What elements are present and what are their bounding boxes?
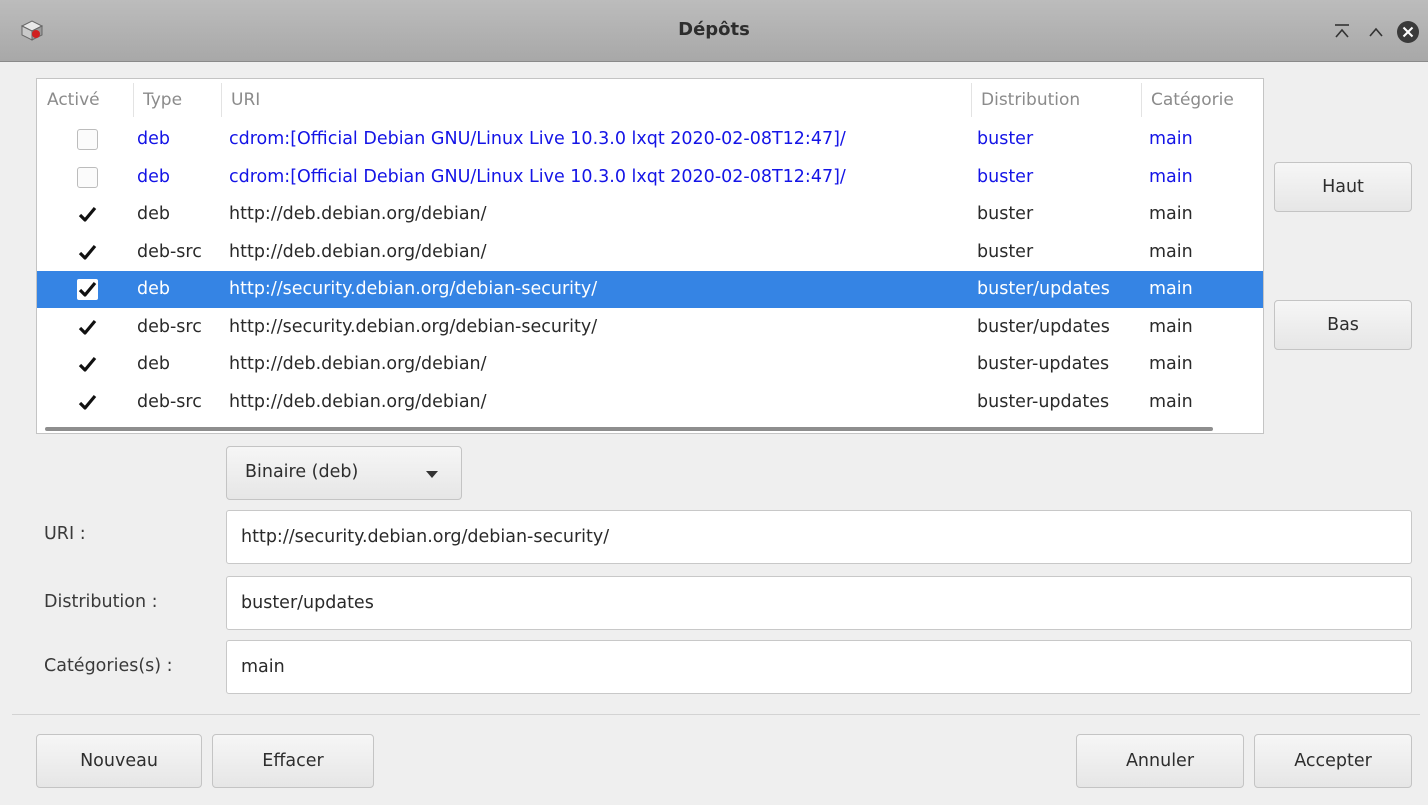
window-title: Dépôts [678, 19, 750, 40]
cell-type: deb [137, 279, 170, 299]
enabled-checkbox[interactable] [77, 392, 98, 413]
checkmark-icon [78, 319, 97, 335]
checkmark-icon [78, 281, 97, 297]
checkmark-icon [78, 394, 97, 410]
cell-type: deb-src [137, 391, 202, 412]
move-down-button[interactable]: Bas [1274, 300, 1412, 350]
cell-type: deb-src [137, 241, 202, 262]
repository-table[interactable]: Activé Type URI Distribution Catégorie d… [36, 78, 1264, 434]
column-header-categories[interactable]: Catégorie [1151, 79, 1263, 121]
close-icon[interactable] [1396, 20, 1420, 44]
cell-categories: main [1149, 204, 1193, 224]
cell-uri: http://deb.debian.org/debian/ [229, 241, 487, 262]
minimize-icon[interactable] [1330, 20, 1354, 44]
cell-uri: cdrom:[Official Debian GNU/Linux Live 10… [229, 166, 846, 187]
table-row[interactable]: deb cdrom:[Official Debian GNU/Linux Live… [37, 121, 1263, 158]
cell-categories: main [1149, 279, 1193, 299]
cell-type: deb [137, 204, 170, 224]
cancel-button[interactable]: Annuler [1076, 734, 1244, 788]
column-header-type[interactable]: Type [143, 79, 223, 121]
table-row[interactable]: deb cdrom:[Official Debian GNU/Linux Live… [37, 159, 1263, 196]
cell-type: deb [137, 129, 170, 149]
cell-distribution: buster [977, 241, 1034, 262]
categories-label: Catégories(s) : [44, 656, 173, 676]
title-bar: Dépôts [0, 0, 1428, 62]
categories-field[interactable]: main [226, 640, 1412, 694]
type-select[interactable]: Binaire (deb) [226, 446, 462, 500]
enabled-checkbox[interactable] [77, 317, 98, 338]
cell-distribution: buster-updates [977, 391, 1110, 412]
type-select-value: Binaire (deb) [245, 462, 359, 482]
table-row[interactable]: deb-src http://security.debian.org/debian… [37, 309, 1263, 346]
column-header-uri[interactable]: URI [231, 79, 971, 121]
checkmark-icon [78, 244, 97, 260]
table-row[interactable]: deb http://security.debian.org/debian-sec… [37, 271, 1263, 308]
cell-uri: http://security.debian.org/debian-securi… [229, 316, 598, 337]
enabled-checkbox[interactable] [77, 204, 98, 225]
uri-label: URI : [44, 524, 86, 544]
divider [12, 714, 1420, 715]
table-row[interactable]: deb-src http://deb.debian.org/debian/bust… [37, 384, 1263, 421]
cell-categories: main [1149, 241, 1193, 262]
enabled-checkbox[interactable] [77, 242, 98, 263]
move-up-button[interactable]: Haut [1274, 162, 1412, 212]
accept-button[interactable]: Accepter [1254, 734, 1412, 788]
cell-distribution: buster [977, 129, 1034, 149]
cell-categories: main [1149, 316, 1193, 337]
column-header-distribution[interactable]: Distribution [981, 79, 1141, 121]
delete-button[interactable]: Effacer [212, 734, 374, 788]
horizontal-scrollbar[interactable] [45, 427, 1213, 431]
cell-distribution: buster-updates [977, 354, 1110, 374]
cell-distribution: buster [977, 166, 1034, 187]
cell-uri: http://deb.debian.org/debian/ [229, 204, 487, 224]
cell-type: deb [137, 166, 170, 187]
cell-uri: http://security.debian.org/debian-securi… [229, 279, 598, 299]
cell-categories: main [1149, 391, 1193, 412]
cell-distribution: buster/updates [977, 316, 1110, 337]
cell-categories: main [1149, 166, 1193, 187]
cell-distribution: buster/updates [977, 279, 1110, 299]
checkmark-icon [78, 206, 97, 222]
cell-uri: http://deb.debian.org/debian/ [229, 391, 487, 412]
cell-type: deb-src [137, 316, 202, 337]
cell-categories: main [1149, 129, 1193, 149]
enabled-checkbox[interactable] [77, 166, 98, 188]
cell-uri: cdrom:[Official Debian GNU/Linux Live 10… [229, 129, 846, 149]
chevron-down-icon [426, 471, 438, 478]
cell-uri: http://deb.debian.org/debian/ [229, 354, 487, 374]
cell-categories: main [1149, 354, 1193, 374]
distribution-field[interactable]: buster/updates [226, 576, 1412, 630]
enabled-checkbox[interactable] [77, 279, 98, 300]
new-button[interactable]: Nouveau [36, 734, 202, 788]
distribution-label: Distribution : [44, 592, 158, 612]
uri-field[interactable]: http://security.debian.org/debian-securi… [226, 510, 1412, 564]
enabled-checkbox[interactable] [77, 129, 98, 150]
table-row[interactable]: deb-src http://deb.debian.org/debian/bust… [37, 234, 1263, 271]
table-row[interactable]: deb http://deb.debian.org/debian/buster-u… [37, 346, 1263, 383]
cell-type: deb [137, 354, 170, 374]
table-row[interactable]: deb http://deb.debian.org/debian/buster ma… [37, 196, 1263, 233]
checkmark-icon [78, 356, 97, 372]
enabled-checkbox[interactable] [77, 354, 98, 375]
column-header-enabled[interactable]: Activé [47, 79, 135, 121]
cell-distribution: buster [977, 204, 1034, 224]
maximize-icon[interactable] [1364, 20, 1388, 44]
